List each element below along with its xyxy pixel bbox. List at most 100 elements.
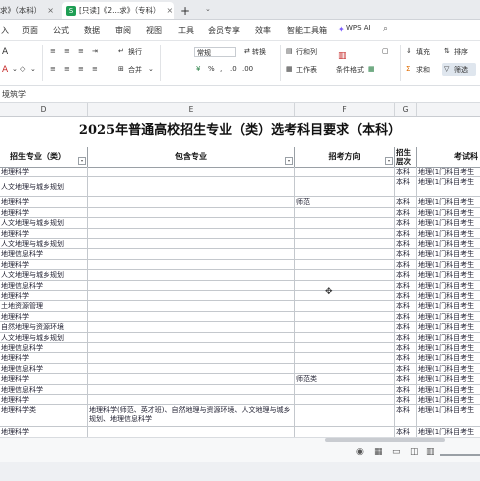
- convert-icon[interactable]: ⇄: [244, 47, 250, 55]
- cell-included[interactable]: [88, 239, 295, 249]
- distributed-align-icon[interactable]: ≡: [92, 65, 98, 73]
- cell-included[interactable]: [88, 177, 295, 197]
- cell-included[interactable]: [88, 218, 295, 228]
- header-included[interactable]: 包含专业 ▾: [88, 147, 295, 167]
- cell-subject[interactable]: 地理(1门科目考生: [417, 218, 480, 227]
- cell-direction[interactable]: [295, 291, 395, 301]
- table-row[interactable]: 地理科学 本科 地理(1门科目考生: [0, 207, 480, 219]
- cell-direction[interactable]: 师范类: [295, 374, 395, 384]
- cell-direction[interactable]: [295, 249, 395, 259]
- cell-subject[interactable]: 地理(1门科目考生: [417, 322, 480, 331]
- menu-item-efficiency[interactable]: 效率: [255, 25, 271, 36]
- cell-included[interactable]: [88, 249, 295, 259]
- cell-included[interactable]: [88, 353, 295, 363]
- table-row[interactable]: 人文地理与城乡规划 本科 地理(1门科目考生: [0, 218, 480, 229]
- filter-dropdown-icon[interactable]: ▾: [78, 157, 86, 165]
- cell-major[interactable]: 地理科学: [0, 427, 88, 437]
- horizontal-scrollbar[interactable]: [325, 438, 445, 442]
- menu-item-member[interactable]: 会员专享: [208, 25, 240, 36]
- cell-direction[interactable]: [295, 363, 395, 374]
- filter-dropdown-icon[interactable]: ▾: [285, 157, 293, 165]
- header-major[interactable]: 招生专业（类） ▾: [0, 147, 88, 167]
- chevron-down-icon[interactable]: ⌄: [30, 65, 36, 73]
- thousands-separator-icon[interactable]: ‚: [220, 65, 222, 73]
- spreadsheet-grid[interactable]: 2025年普通高校招生专业（类）选考科目要求（本科） 招生专业（类） ▾ 包含专…: [0, 117, 480, 437]
- merge-button[interactable]: 合并: [128, 65, 142, 75]
- cell-level[interactable]: 本科: [395, 332, 417, 342]
- menu-item-data[interactable]: 数据: [84, 25, 100, 36]
- table-row[interactable]: 地理科学 本科 地理(1门科目考生: [0, 228, 480, 239]
- cell-direction[interactable]: [295, 353, 395, 363]
- cell-subject[interactable]: 地理(1门科目考生: [417, 405, 480, 426]
- cell-level[interactable]: 本科: [395, 374, 417, 384]
- cell-included[interactable]: [88, 322, 295, 332]
- cell-included[interactable]: [88, 291, 295, 301]
- wrap-text-button[interactable]: 换行: [128, 47, 142, 57]
- cell-included[interactable]: [88, 427, 295, 437]
- split-view-icon[interactable]: ◫: [410, 447, 419, 457]
- cell-included[interactable]: [88, 384, 295, 394]
- table-row[interactable]: 地理科学 师范 本科 地理(1门科目考生: [0, 197, 480, 208]
- cell-included[interactable]: [88, 270, 295, 280]
- page-view-icon[interactable]: ▭: [392, 447, 401, 457]
- cell-level[interactable]: 本科: [395, 197, 417, 207]
- cell-level[interactable]: 本科: [395, 239, 417, 249]
- sort-button[interactable]: 排序: [454, 47, 468, 57]
- font-size-down-icon[interactable]: A: [2, 47, 8, 57]
- table-row[interactable]: 地理科学 师范类 本科 地理(1门科目考生: [0, 374, 480, 385]
- cell-included[interactable]: [88, 301, 295, 311]
- font-color-icon[interactable]: A: [2, 65, 8, 75]
- worksheet-button[interactable]: 工作表: [296, 65, 317, 75]
- cell-included[interactable]: [88, 332, 295, 342]
- close-icon[interactable]: ×: [47, 6, 54, 15]
- cell-included[interactable]: [88, 167, 295, 177]
- cell-direction[interactable]: [295, 384, 395, 394]
- cell-level[interactable]: 本科: [395, 249, 417, 259]
- cell-level[interactable]: 本科: [395, 301, 417, 311]
- menu-item-view[interactable]: 视图: [146, 25, 162, 36]
- table-row[interactable]: 土地资源管理 本科 地理(1门科目考生: [0, 301, 480, 312]
- cell-included[interactable]: [88, 197, 295, 207]
- percent-icon[interactable]: %: [208, 65, 215, 73]
- cell-included[interactable]: [88, 374, 295, 384]
- menu-item-insert[interactable]: 入: [1, 25, 9, 36]
- cell-subject[interactable]: 地理(1门科目考生: [417, 427, 480, 436]
- cell-level[interactable]: 本科: [395, 384, 417, 394]
- cell-subject[interactable]: 地理(1门科目考生: [417, 333, 480, 342]
- menu-item-review[interactable]: 审阅: [115, 25, 131, 36]
- worksheet-icon[interactable]: ▦: [286, 65, 293, 73]
- cell-subject[interactable]: 地理(1门科目考生: [417, 167, 480, 176]
- cell-subject[interactable]: 地理(1门科目考生: [417, 374, 480, 383]
- cell-subject[interactable]: 地理(1门科目考生: [417, 281, 480, 290]
- table-row[interactable]: 地理科学 本科 地理(1门科目考生: [0, 291, 480, 302]
- cell-included[interactable]: [88, 207, 295, 218]
- table-row[interactable]: 地理科学 本科 地理(1门科目考生: [0, 259, 480, 271]
- table-row[interactable]: 地理科学 本科 地理(1门科目考生: [0, 353, 480, 364]
- cell-level[interactable]: 本科: [395, 280, 417, 290]
- merge-icon[interactable]: ⊞: [118, 65, 124, 73]
- chevron-down-icon[interactable]: ⌄: [148, 65, 154, 73]
- sheet-title[interactable]: 2025年普通高校招生专业（类）选考科目要求（本科）: [0, 117, 480, 148]
- cell-included[interactable]: [88, 395, 295, 405]
- cell-direction[interactable]: [295, 332, 395, 342]
- cell-included[interactable]: [88, 280, 295, 290]
- cell-major[interactable]: 人文地理与城乡规划: [0, 239, 88, 249]
- cell-subject[interactable]: 地理(1门科目考生: [417, 385, 480, 394]
- cell-direction[interactable]: 师范: [295, 197, 395, 207]
- rows-cols-icon[interactable]: ▤: [286, 47, 293, 55]
- table-row[interactable]: 自然地理与资源环境 本科 地理(1门科目考生: [0, 322, 480, 333]
- fill-icon[interactable]: ⇓: [406, 47, 412, 55]
- cell-major[interactable]: 地理科学: [0, 228, 88, 238]
- cell-level[interactable]: 本科: [395, 259, 417, 270]
- cell-level[interactable]: 本科: [395, 270, 417, 280]
- indent-icon[interactable]: ⇥: [92, 47, 98, 55]
- table-row[interactable]: 地理信息科学 本科 地理(1门科目考生: [0, 363, 480, 375]
- new-tab-button[interactable]: +: [180, 2, 200, 19]
- table-row[interactable]: 地理科学 本科 地理(1门科目考生: [0, 427, 480, 437]
- cell-direction[interactable]: [295, 343, 395, 353]
- cell-direction[interactable]: [295, 167, 395, 177]
- column-header-g[interactable]: G: [395, 103, 417, 116]
- conditional-format-button[interactable]: 条件格式: [336, 65, 364, 75]
- tab-junior-college[interactable]: S [只读]《2...求》（专科） ×: [62, 2, 174, 19]
- cell-major[interactable]: 地理科学: [0, 374, 88, 384]
